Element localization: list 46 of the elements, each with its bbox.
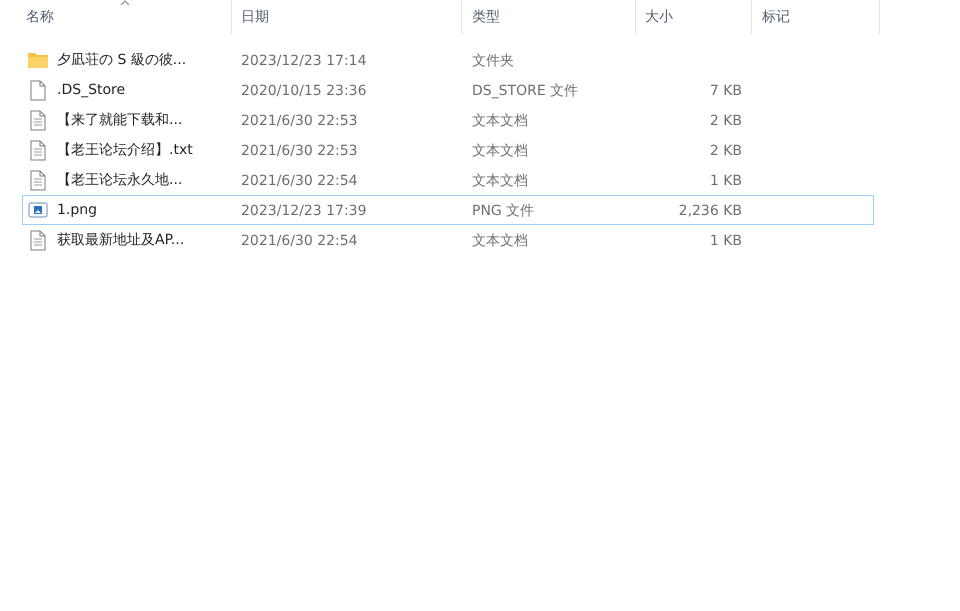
file-type: 文本文档 <box>472 233 528 249</box>
file-type: 文本文档 <box>472 113 528 129</box>
file-row[interactable]: 1.png 2023/12/23 17:39 PNG 文件 2,236 KB <box>22 195 874 225</box>
file-size: 2,236 KB <box>678 203 742 219</box>
date-modified: 2023/12/23 17:14 <box>241 53 366 69</box>
date-modified: 2023/12/23 17:39 <box>241 203 366 219</box>
text-file-icon <box>29 110 47 130</box>
file-type: DS_STORE 文件 <box>472 83 578 99</box>
file-name: 【老王论坛永久地... <box>57 170 182 190</box>
file-size: 1 KB <box>710 173 742 189</box>
file-icon <box>29 80 47 100</box>
file-type: 文本文档 <box>472 143 528 159</box>
file-size: 1 KB <box>710 233 742 249</box>
file-row[interactable]: 【老王论坛永久地... 2021/6/30 22:54 文本文档 1 KB <box>22 165 874 195</box>
file-name: .DS_Store <box>57 80 126 100</box>
column-header[interactable]: 类型 <box>472 6 500 28</box>
file-name: 获取最新地址及AP... <box>57 230 184 250</box>
file-name: 夕凪荘の S 級の彼... <box>57 50 186 70</box>
image-file-icon <box>28 201 48 219</box>
file-name: 【来了就能下载和... <box>57 110 182 130</box>
text-file-icon <box>29 140 47 160</box>
date-modified: 2021/6/30 22:53 <box>241 143 358 159</box>
date-modified: 2021/6/30 22:54 <box>241 233 358 249</box>
file-row[interactable]: 【来了就能下载和... 2021/6/30 22:53 文本文档 2 KB <box>22 105 874 135</box>
file-row[interactable]: 【老王论坛介绍】.txt 2021/6/30 22:53 文本文档 2 KB <box>22 135 874 165</box>
text-file-icon <box>29 170 47 190</box>
date-modified: 2021/6/30 22:53 <box>241 113 358 129</box>
file-type: 文本文档 <box>472 173 528 189</box>
file-size: 2 KB <box>710 143 742 159</box>
file-type: PNG 文件 <box>472 203 534 219</box>
column-header[interactable]: 日期 <box>241 6 269 28</box>
file-row[interactable]: .DS_Store 2020/10/15 23:36 DS_STORE 文件 7 KB <box>22 75 874 105</box>
file-size: 7 KB <box>710 83 742 99</box>
folder-icon <box>27 51 49 69</box>
date-modified: 2021/6/30 22:54 <box>241 173 358 189</box>
text-file-icon <box>29 230 47 250</box>
file-name: 1.png <box>57 200 98 220</box>
date-modified: 2020/10/15 23:36 <box>241 83 366 99</box>
file-row[interactable]: 获取最新地址及AP... 2021/6/30 22:54 文本文档 1 KB <box>22 225 874 255</box>
file-type: 文件夹 <box>472 53 514 69</box>
file-name: 【老王论坛介绍】.txt <box>57 140 193 160</box>
file-row[interactable]: 夕凪荘の S 級の彼... 2023/12/23 17:14 文件夹 <box>22 45 874 75</box>
column-header[interactable]: 名称 <box>26 6 54 28</box>
column-header[interactable]: 大小 <box>645 6 673 28</box>
column-header[interactable]: 标记 <box>762 6 790 28</box>
file-size: 2 KB <box>710 113 742 129</box>
